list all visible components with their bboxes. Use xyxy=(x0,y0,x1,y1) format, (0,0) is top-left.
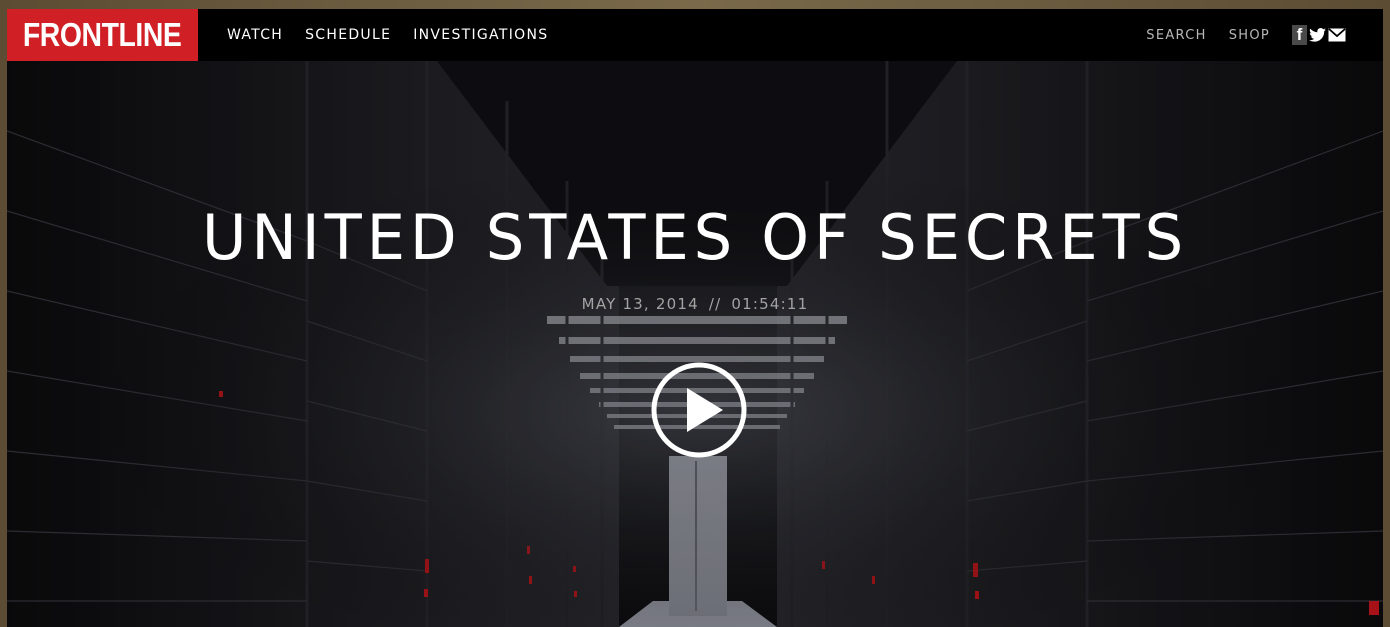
twitter-icon[interactable] xyxy=(1307,25,1327,45)
nav-investigations[interactable]: INVESTIGATIONS xyxy=(413,27,548,43)
main-nav: WATCH SCHEDULE INVESTIGATIONS xyxy=(227,9,548,61)
play-icon xyxy=(651,362,747,458)
episode-title: UNITED STATES OF SECRETS xyxy=(201,201,1189,274)
frontline-logo[interactable]: FRONTLINE xyxy=(7,9,198,61)
email-icon[interactable] xyxy=(1327,25,1347,45)
meta-separator: // xyxy=(708,295,722,313)
search-link[interactable]: SEARCH xyxy=(1146,28,1206,43)
duration: 01:54:11 xyxy=(731,295,809,313)
episode-meta: MAY 13, 2014 // 01:54:11 xyxy=(7,295,1383,313)
site-header: FRONTLINE WATCH SCHEDULE INVESTIGATIONS … xyxy=(7,9,1383,61)
page: FRONTLINE WATCH SCHEDULE INVESTIGATIONS … xyxy=(7,9,1383,627)
facebook-icon[interactable]: f xyxy=(1292,25,1307,45)
nav-schedule[interactable]: SCHEDULE xyxy=(305,27,391,43)
nav-watch[interactable]: WATCH xyxy=(227,27,283,43)
play-button[interactable] xyxy=(649,360,749,460)
server-corridor-image xyxy=(7,61,1383,627)
shop-link[interactable]: SHOP xyxy=(1229,28,1270,43)
utility-nav: SEARCH SHOP f xyxy=(1146,9,1347,61)
air-date: MAY 13, 2014 xyxy=(581,295,699,313)
social-links: f xyxy=(1292,25,1347,45)
hero-video[interactable]: UNITED STATES OF SECRETS MAY 13, 2014 // 0… xyxy=(7,61,1383,627)
